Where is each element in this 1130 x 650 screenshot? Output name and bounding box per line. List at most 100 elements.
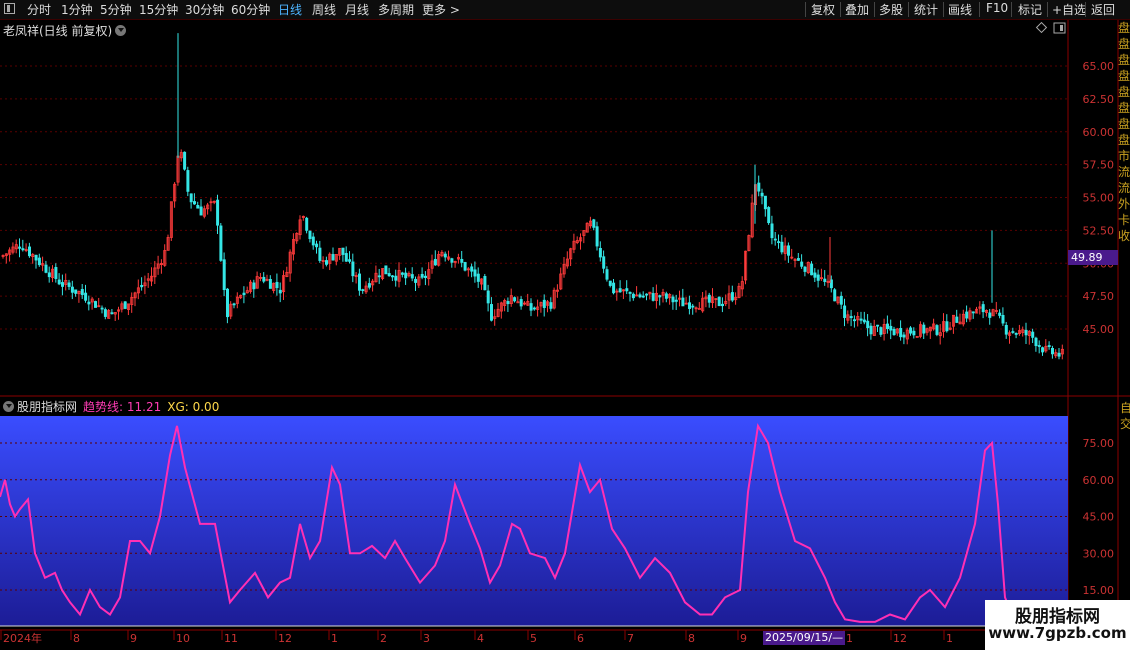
- candle-body: [998, 312, 1002, 316]
- candle-body: [787, 245, 791, 256]
- candle-body: [598, 247, 602, 258]
- candle-body: [21, 248, 25, 251]
- oscillator-background: [0, 416, 1068, 626]
- x-axis-label: 1: [331, 632, 338, 645]
- diamond-icon[interactable]: [1035, 21, 1048, 34]
- info-label: 盘: [1118, 133, 1130, 147]
- chevron-down-icon[interactable]: [115, 25, 127, 36]
- candle-body: [394, 275, 398, 281]
- info-label: 市: [1118, 149, 1130, 163]
- candle-body: [853, 319, 857, 322]
- price-axis-label: 60.00: [1083, 126, 1115, 139]
- watermark: 股朋指标网 www.7gpzb.com: [985, 600, 1130, 650]
- candle-body: [730, 292, 734, 301]
- indicator-name[interactable]: 股朋指标网: [17, 400, 77, 414]
- candle-body: [1031, 331, 1035, 338]
- candle-body: [641, 295, 645, 298]
- candle-body: [810, 263, 814, 276]
- x-axis-label: 12: [893, 632, 907, 645]
- candle-body: [965, 311, 969, 319]
- info-label: 自: [1120, 401, 1130, 415]
- candle-body: [777, 241, 781, 244]
- candle-body: [225, 288, 229, 318]
- candle-body: [331, 254, 335, 261]
- candle-body: [1051, 347, 1055, 355]
- candle-body: [892, 328, 896, 336]
- candle-body: [61, 282, 65, 287]
- candle-body: [922, 324, 926, 334]
- candle-body: [866, 320, 870, 329]
- candle-body: [44, 264, 48, 273]
- candle-body: [305, 217, 309, 231]
- x-axis-label: 2024年: [3, 631, 42, 645]
- candle-body: [688, 302, 692, 309]
- candle-body: [100, 307, 104, 310]
- candle-body: [433, 259, 437, 266]
- candle-body: [315, 243, 319, 248]
- candle-body: [823, 278, 827, 282]
- candle-body: [645, 293, 649, 296]
- kline-chart[interactable]: 65.0062.5060.0057.5055.0052.5050.0047.50…: [0, 0, 1130, 650]
- candle-body: [833, 289, 837, 302]
- candle-body: [473, 269, 477, 277]
- chevron-down-icon[interactable]: [3, 401, 14, 412]
- candle-body: [84, 292, 88, 301]
- candle-body: [262, 276, 266, 282]
- price-axis-labels: 65.0062.5060.0057.5055.0052.5050.0047.50…: [1083, 60, 1115, 336]
- candle-body: [625, 288, 629, 292]
- candle-body: [54, 267, 58, 279]
- candle-body: [549, 302, 553, 309]
- candle-body: [242, 292, 246, 296]
- trend-value: 趋势线: 11.21: [83, 400, 162, 414]
- candle-body: [658, 295, 662, 298]
- candle-body: [74, 289, 78, 294]
- candle-body: [140, 284, 144, 288]
- price-axis-label: 57.50: [1083, 159, 1115, 172]
- candle-body: [199, 206, 203, 216]
- current-price-tag: 49.89: [1068, 250, 1118, 265]
- candle-body: [87, 301, 91, 305]
- candle-body: [420, 273, 424, 278]
- candle-body: [1057, 352, 1061, 357]
- right-info-panel-lower: 自 交: [1120, 400, 1130, 432]
- oscillator-axis-label: 30.00: [1083, 547, 1115, 560]
- chart-title: 老凤祥(日线 前复权): [3, 22, 127, 39]
- oscillator-axis-labels: 75.00 60.00 45.00 30.00 15.00: [1083, 437, 1115, 597]
- candle-body: [404, 272, 408, 279]
- candle-body: [981, 304, 985, 313]
- candle-body: [344, 253, 348, 262]
- price-axis-label: 55.00: [1083, 192, 1115, 205]
- oscillator-axis-label: 75.00: [1083, 437, 1115, 450]
- candle-body: [760, 192, 764, 197]
- candle-body: [717, 296, 721, 307]
- candle-body: [813, 272, 817, 278]
- candle-body: [843, 305, 847, 318]
- candle-body: [324, 260, 328, 265]
- candle-body: [859, 318, 863, 321]
- candle-body: [1011, 331, 1015, 333]
- candle-body: [886, 323, 890, 330]
- candle-body: [862, 319, 866, 323]
- candle-body: [915, 336, 919, 338]
- candle-body: [377, 275, 381, 278]
- candle-body: [849, 316, 853, 319]
- candle-body: [18, 246, 22, 249]
- window-toggle-icon[interactable]: [1053, 22, 1066, 34]
- candle-body: [348, 259, 352, 262]
- candle-body: [278, 289, 282, 294]
- candle-body: [57, 279, 61, 285]
- candle-body: [183, 151, 187, 170]
- price-axis-label: 65.00: [1083, 60, 1115, 73]
- x-axis-label: 6: [577, 632, 584, 645]
- candle-body: [450, 258, 454, 263]
- candle-body: [800, 261, 804, 267]
- x-axis-label: 1: [846, 632, 853, 645]
- candle-body: [460, 258, 464, 263]
- candle-body: [1001, 315, 1005, 324]
- info-label: 盘: [1118, 37, 1130, 51]
- indicator-header: 股朋指标网 趋势线: 11.21 XG: 0.00: [3, 398, 219, 415]
- x-axis-label: 9: [740, 632, 747, 645]
- candle-body: [311, 236, 315, 246]
- candle-body: [216, 199, 220, 226]
- candle-body: [605, 269, 609, 280]
